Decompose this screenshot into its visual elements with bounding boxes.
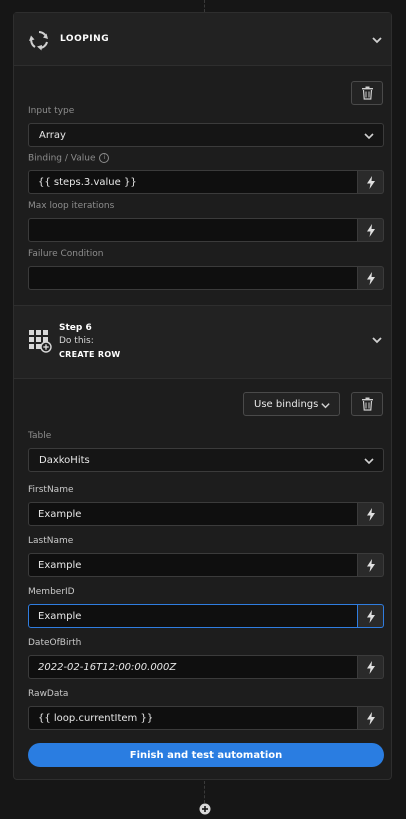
firstname-input[interactable]: Example (28, 502, 358, 526)
field-label-lastname: LastName (28, 536, 74, 546)
dateofbirth-input[interactable]: 2022-02-16T12:00:00.000Z (28, 655, 358, 679)
field-label-memberid: MemberID (28, 587, 75, 597)
dateofbirth-value: 2022-02-16T12:00:00.000Z (38, 662, 177, 673)
use-bindings-button[interactable]: Use bindings (243, 392, 340, 416)
lightning-icon (367, 224, 375, 237)
binding-value-bind-button[interactable] (358, 170, 384, 194)
memberid-value: Example (38, 611, 82, 622)
lastname-value: Example (38, 560, 82, 571)
lightning-icon (367, 712, 375, 725)
memberid-bind-button[interactable] (358, 604, 384, 628)
firstname-bind-button[interactable] (358, 502, 384, 526)
trash-icon (362, 86, 373, 100)
input-type-select[interactable]: Array (28, 123, 384, 147)
lightning-icon (367, 272, 375, 285)
plus-circle-icon[interactable] (199, 803, 211, 815)
binding-value-input[interactable]: {{ steps.3.value }} (28, 170, 358, 194)
lightning-icon (367, 176, 375, 189)
failure-condition-label: Failure Condition (28, 249, 104, 259)
info-icon[interactable]: i (99, 153, 110, 163)
looping-delete-button[interactable] (351, 81, 383, 105)
looping-header[interactable]: LOOPING (14, 13, 391, 66)
table-add-icon (29, 330, 52, 353)
chevron-down-icon (364, 133, 374, 140)
chevron-down-icon[interactable] (370, 333, 384, 347)
connector-line-bottom (204, 781, 205, 803)
step-action-name: CREATE ROW (59, 350, 121, 359)
input-type-label: Input type (28, 106, 75, 116)
field-label-dateofbirth: DateOfBirth (28, 638, 82, 648)
field-label-firstname: FirstName (28, 485, 74, 495)
dateofbirth-bind-button[interactable] (358, 655, 384, 679)
rawdata-input[interactable]: {{ loop.currentItem }} (28, 706, 358, 730)
chevron-down-icon[interactable] (370, 33, 384, 47)
max-iterations-label: Max loop iterations (28, 201, 115, 211)
table-value: DaxkoHits (39, 455, 90, 466)
table-label: Table (28, 431, 52, 441)
binding-value-text: {{ steps.3.value }} (38, 177, 137, 188)
max-iterations-bind-button[interactable] (358, 218, 384, 242)
step-delete-button[interactable] (351, 392, 383, 416)
chevron-down-icon (364, 458, 374, 465)
lastname-bind-button[interactable] (358, 553, 384, 577)
binding-value-label: Binding / Value i (28, 153, 110, 164)
max-iterations-input[interactable] (28, 218, 358, 242)
finish-test-button[interactable]: Finish and test automation (28, 743, 384, 767)
use-bindings-label: Use bindings (254, 399, 319, 410)
step-do-this: Do this: (59, 336, 94, 346)
input-type-value: Array (39, 130, 66, 141)
table-select[interactable]: DaxkoHits (28, 448, 384, 472)
lastname-input[interactable]: Example (28, 553, 358, 577)
lightning-icon (367, 661, 375, 674)
lightning-icon (367, 559, 375, 572)
lightning-icon (367, 508, 375, 521)
connector-line-top (204, 0, 205, 12)
rawdata-value: {{ loop.currentItem }} (38, 713, 154, 724)
loop-icon (29, 31, 48, 51)
chevron-down-icon (321, 403, 330, 409)
field-label-rawdata: RawData (28, 689, 69, 699)
step-number: Step 6 (59, 323, 92, 333)
rawdata-bind-button[interactable] (358, 706, 384, 730)
automation-card: LOOPING Input type Array Binding / Value… (13, 12, 392, 780)
trash-icon (362, 397, 373, 411)
looping-title: LOOPING (60, 34, 110, 44)
failure-condition-input[interactable] (28, 266, 358, 290)
lightning-icon (367, 610, 375, 623)
firstname-value: Example (38, 509, 82, 520)
failure-condition-bind-button[interactable] (358, 266, 384, 290)
memberid-input[interactable]: Example (28, 604, 358, 628)
